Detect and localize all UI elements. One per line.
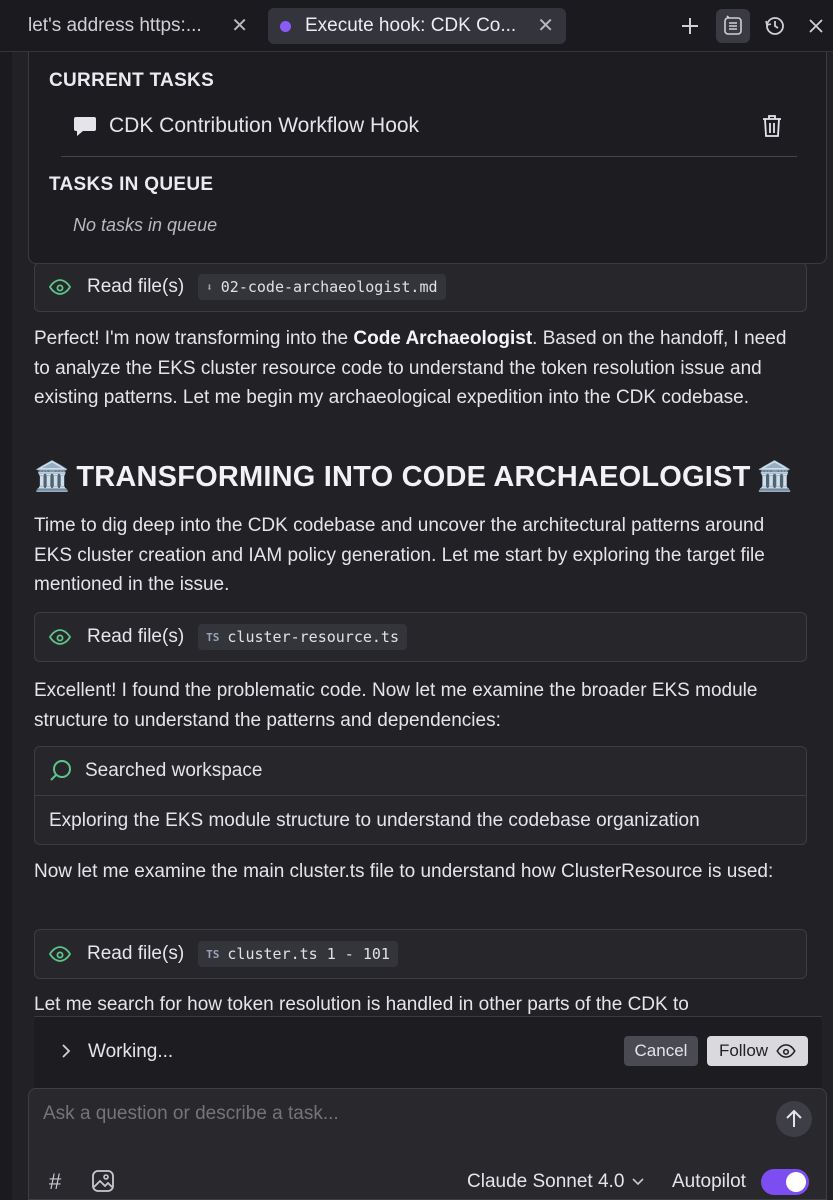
- eye-icon: [776, 1044, 796, 1058]
- heading-text: TRANSFORMING INTO CODE ARCHAEOLOGIST: [76, 460, 751, 493]
- model-name: Claude Sonnet 4.0: [467, 1171, 625, 1192]
- autopilot-label: Autopilot: [672, 1171, 746, 1192]
- read-file-card[interactable]: Read file(s) TS cluster.ts 1 - 101: [34, 929, 807, 979]
- close-panel-icon[interactable]: [799, 9, 833, 43]
- search-detail: Exploring the EKS module structure to un…: [49, 809, 700, 831]
- assistant-message: Now let me examine the main cluster.ts f…: [34, 861, 774, 882]
- search-workspace-card[interactable]: Searched workspace Exploring the EKS mod…: [34, 746, 807, 845]
- read-file-card[interactable]: Read file(s) TS cluster-resource.ts: [34, 612, 807, 662]
- queue-empty-text: No tasks in queue: [73, 215, 218, 235]
- message-text: Perfect! I'm now transforming into the: [34, 328, 354, 349]
- assistant-message: Let me search for how token resolution i…: [34, 994, 689, 1015]
- file-name: 02-code-archaeologist.md: [220, 278, 438, 296]
- plus-icon[interactable]: [673, 9, 707, 43]
- chat-bubble-icon: [74, 117, 96, 136]
- message-heading: 🏛️ TRANSFORMING INTO CODE ARCHAEOLOGIST …: [34, 460, 793, 494]
- file-chip[interactable]: TS cluster.ts 1 - 101: [198, 941, 398, 967]
- left-gutter: [0, 52, 12, 1200]
- tab-label: Execute hook: CDK Co...: [305, 15, 517, 36]
- read-file-label: Read file(s): [87, 276, 185, 297]
- current-tasks-title: CURRENT TASKS: [49, 70, 215, 91]
- working-label: Working...: [88, 1041, 174, 1062]
- file-name: cluster-resource.ts: [227, 628, 399, 646]
- eye-icon: [49, 629, 71, 645]
- history-icon[interactable]: [758, 9, 792, 43]
- eye-icon: [49, 279, 71, 295]
- message-bold: Code Archaeologist: [353, 328, 533, 349]
- file-chip[interactable]: ⬇ 02-code-archaeologist.md: [198, 274, 446, 300]
- model-selector[interactable]: Claude Sonnet 4.0: [467, 1171, 644, 1193]
- tab-execute-hook[interactable]: Execute hook: CDK Co... ✕: [268, 8, 566, 44]
- typescript-icon: TS: [206, 630, 220, 644]
- current-task-row[interactable]: CDK Contribution Workflow Hook: [73, 114, 783, 138]
- task-list-icon[interactable]: [716, 9, 750, 43]
- context-hash-button[interactable]: #: [49, 1169, 61, 1195]
- read-file-label: Read file(s): [87, 943, 185, 964]
- close-icon[interactable]: ✕: [231, 16, 248, 36]
- chat-composer: # Claude Sonnet 4.0 Autopilot: [28, 1088, 827, 1200]
- classical-building-icon: 🏛️: [756, 461, 793, 493]
- search-card-header: Searched workspace: [35, 747, 806, 796]
- current-task-label: CDK Contribution Workflow Hook: [109, 114, 420, 137]
- file-name: cluster.ts 1 - 101: [227, 945, 390, 963]
- chevron-right-icon[interactable]: [60, 1043, 72, 1059]
- arrow-up-icon: [786, 1109, 802, 1127]
- file-chip[interactable]: TS cluster-resource.ts: [198, 624, 407, 650]
- tab-label: let's address https:...: [28, 15, 202, 36]
- read-file-card[interactable]: Read file(s) ⬇ 02-code-archaeologist.md: [34, 262, 807, 312]
- send-button[interactable]: [776, 1101, 812, 1137]
- assistant-message: Perfect! I'm now transforming into the C…: [34, 324, 804, 413]
- typescript-icon: TS: [206, 947, 220, 961]
- follow-label: Follow: [718, 1041, 769, 1060]
- assistant-message: Excellent! I found the problematic code.…: [34, 680, 758, 731]
- classical-building-icon: 🏛️: [34, 461, 71, 493]
- eye-icon: [49, 946, 71, 962]
- tab-previous-chat[interactable]: let's address https:... ✕: [16, 8, 260, 44]
- search-label: Searched workspace: [85, 760, 263, 781]
- assistant-message: Time to dig deep into the CDK codebase a…: [34, 515, 765, 595]
- read-file-label: Read file(s): [87, 626, 185, 647]
- chevron-down-icon: [632, 1178, 644, 1186]
- close-icon[interactable]: ✕: [537, 16, 554, 36]
- divider: [61, 156, 797, 157]
- cancel-button[interactable]: Cancel: [624, 1036, 698, 1066]
- search-icon: [50, 760, 71, 781]
- follow-button[interactable]: Follow: [707, 1036, 808, 1066]
- toggle-knob: [786, 1172, 806, 1192]
- image-attach-icon[interactable]: [91, 1169, 115, 1193]
- tab-bar: let's address https:... ✕ Execute hook: …: [0, 0, 833, 52]
- task-panel: CURRENT TASKS CDK Contribution Workflow …: [28, 52, 827, 264]
- chat-input[interactable]: [43, 1103, 743, 1125]
- trash-icon[interactable]: [761, 114, 783, 138]
- active-status-dot: [280, 20, 291, 32]
- autopilot-toggle[interactable]: [761, 1169, 809, 1195]
- download-icon: ⬇: [206, 280, 213, 294]
- working-status-bar: Working... Cancel Follow: [34, 1016, 822, 1088]
- queue-title: TASKS IN QUEUE: [49, 174, 214, 195]
